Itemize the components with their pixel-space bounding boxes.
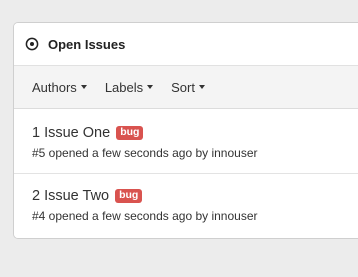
issue-title-link[interactable]: 1 Issue One [32, 125, 110, 141]
issue-meta: #5 opened a few seconds ago by innouser [32, 146, 258, 160]
labels-filter-label: Labels [104, 79, 144, 95]
panel-title: Open Issues [48, 36, 126, 52]
issue-row: 2 Issue Two bug #4 opened a few seconds … [14, 174, 358, 238]
bug-label-badge[interactable]: bug [116, 126, 144, 140]
issue-row: 1 Issue One bug #5 opened a few seconds … [14, 109, 358, 174]
chevron-down-icon [80, 85, 87, 89]
filter-toolbar: Authors Labels Sort [14, 66, 358, 109]
authors-filter-dropdown[interactable]: Authors [32, 80, 87, 95]
sort-dropdown[interactable]: Sort [171, 80, 205, 95]
chevron-down-icon [198, 85, 205, 89]
chevron-down-icon [147, 85, 154, 89]
bug-label-badge[interactable]: bug [115, 189, 143, 203]
sort-label: Sort [171, 79, 195, 95]
issue-opened-icon [25, 37, 39, 51]
labels-filter-dropdown[interactable]: Labels [104, 79, 154, 95]
authors-filter-label: Authors [32, 79, 77, 95]
issues-panel: Open Issues Authors Labels Sort 1 Issue … [13, 22, 358, 239]
panel-header: Open Issues [14, 23, 358, 66]
issue-meta: #4 opened a few seconds ago by innouser [32, 209, 258, 223]
issue-title-link[interactable]: 2 Issue Two [32, 188, 109, 204]
